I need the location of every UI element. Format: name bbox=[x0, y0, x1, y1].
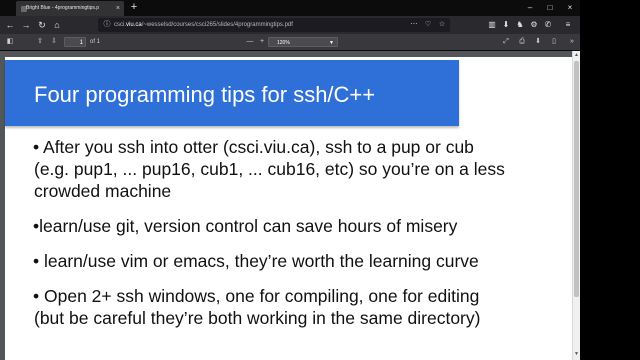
previous-page-icon[interactable]: ⇧ bbox=[34, 35, 46, 49]
zoom-value: 120% bbox=[277, 40, 290, 46]
slide-title-bar: Four programming tips for ssh/C++ bbox=[5, 60, 459, 126]
zoom-out-button[interactable]: — bbox=[244, 35, 256, 49]
pdf-page: Four programming tips for ssh/C++ • Afte… bbox=[5, 57, 572, 360]
zoom-in-button[interactable]: + bbox=[256, 35, 268, 49]
bullet-3: • learn/use vim or emacs, they’re worth … bbox=[33, 251, 479, 271]
tab-strip: Bright Blue - 4programmingtips.p × + – □… bbox=[0, 0, 580, 16]
navigation-bar: ← → ↻ ⌂ ⓘ csci.viu.ca/~wesselsd/courses/… bbox=[0, 16, 580, 34]
bookmark-star-icon[interactable]: ☆ bbox=[436, 18, 448, 32]
menu-icon[interactable]: ≡ bbox=[562, 18, 574, 32]
close-window-icon[interactable]: × bbox=[560, 0, 580, 16]
info-icon[interactable]: ⓘ bbox=[102, 18, 112, 32]
sidebar-toggle-icon[interactable]: ◧ bbox=[4, 35, 16, 49]
page-count: of 1 bbox=[90, 39, 101, 45]
maximize-icon[interactable]: □ bbox=[540, 0, 560, 16]
page-number-input[interactable]: 1 bbox=[64, 37, 86, 47]
vertical-scrollbar[interactable]: ▲ ▼ bbox=[572, 51, 580, 360]
downloads-icon[interactable]: ⬇ bbox=[500, 18, 512, 32]
url-text[interactable]: csci.viu.ca/~wesselsd/courses/csci265/sl… bbox=[114, 18, 293, 32]
zoom-select[interactable]: 120% ▼ bbox=[268, 37, 338, 47]
tab-title: Bright Blue - 4programmingtips.p bbox=[26, 5, 100, 11]
bullet-4-line-2: (but be careful they’re both working in … bbox=[34, 308, 481, 328]
presentation-mode-icon[interactable]: ⤢ bbox=[500, 35, 512, 49]
tools-menu-icon[interactable]: » bbox=[566, 35, 578, 49]
pdf-viewer[interactable]: Four programming tips for ssh/C++ • Afte… bbox=[0, 51, 572, 360]
bullet-4-line-1: • Open 2+ ssh windows, one for compiling… bbox=[33, 286, 480, 306]
bullet-2: •learn/use git, version control can save… bbox=[33, 216, 458, 236]
browser-window: Bright Blue - 4programmingtips.p × + – □… bbox=[0, 0, 580, 360]
bullet-1-line-1: • After you ssh into otter (csci.viu.ca)… bbox=[33, 137, 474, 157]
bullet-1-line-3: crowded machine bbox=[34, 181, 172, 201]
bookmark-view-icon[interactable]: ▯ bbox=[548, 35, 560, 49]
pdf-toolbar: ◧ ⇧ ⇩ 1 of 1 — + 120% ▼ ⤢ ⎙ ⬇ ▯ » bbox=[0, 34, 580, 51]
tab-close-icon[interactable]: × bbox=[116, 1, 120, 16]
reload-icon[interactable]: ↻ bbox=[35, 18, 49, 32]
library-icon[interactable]: ▥ bbox=[486, 18, 498, 32]
scroll-down-icon[interactable]: ▼ bbox=[573, 351, 580, 358]
page-actions-icon[interactable]: ⋯ bbox=[408, 18, 420, 32]
settings-icon[interactable]: ⚙ bbox=[528, 18, 540, 32]
forward-icon[interactable]: → bbox=[19, 18, 33, 32]
bullet-1-line-2: (e.g. pup1, ... pup16, cub1, ... cub16, … bbox=[34, 159, 505, 179]
scroll-up-icon[interactable]: ▲ bbox=[573, 52, 580, 59]
back-icon[interactable]: ← bbox=[3, 18, 17, 32]
pocket-icon[interactable]: ♡ bbox=[422, 18, 434, 32]
url-bar[interactable]: ⓘ csci.viu.ca/~wesselsd/courses/csci265/… bbox=[98, 18, 450, 32]
save-icon[interactable]: ⬇ bbox=[532, 35, 544, 49]
tab-active[interactable]: Bright Blue - 4programmingtips.p × bbox=[16, 1, 124, 16]
next-page-icon[interactable]: ⇩ bbox=[48, 35, 60, 49]
extension-icon[interactable]: ♞ bbox=[514, 18, 526, 32]
scrollbar-thumb[interactable] bbox=[574, 61, 579, 297]
slide-title: Four programming tips for ssh/C++ bbox=[34, 82, 376, 107]
chevron-down-icon: ▼ bbox=[329, 40, 334, 46]
minimize-icon[interactable]: – bbox=[520, 0, 540, 16]
print-icon[interactable]: ⎙ bbox=[516, 35, 528, 49]
new-tab-button[interactable]: + bbox=[128, 0, 140, 16]
sync-icon[interactable]: ✆ bbox=[542, 18, 554, 32]
home-icon[interactable]: ⌂ bbox=[50, 18, 64, 32]
